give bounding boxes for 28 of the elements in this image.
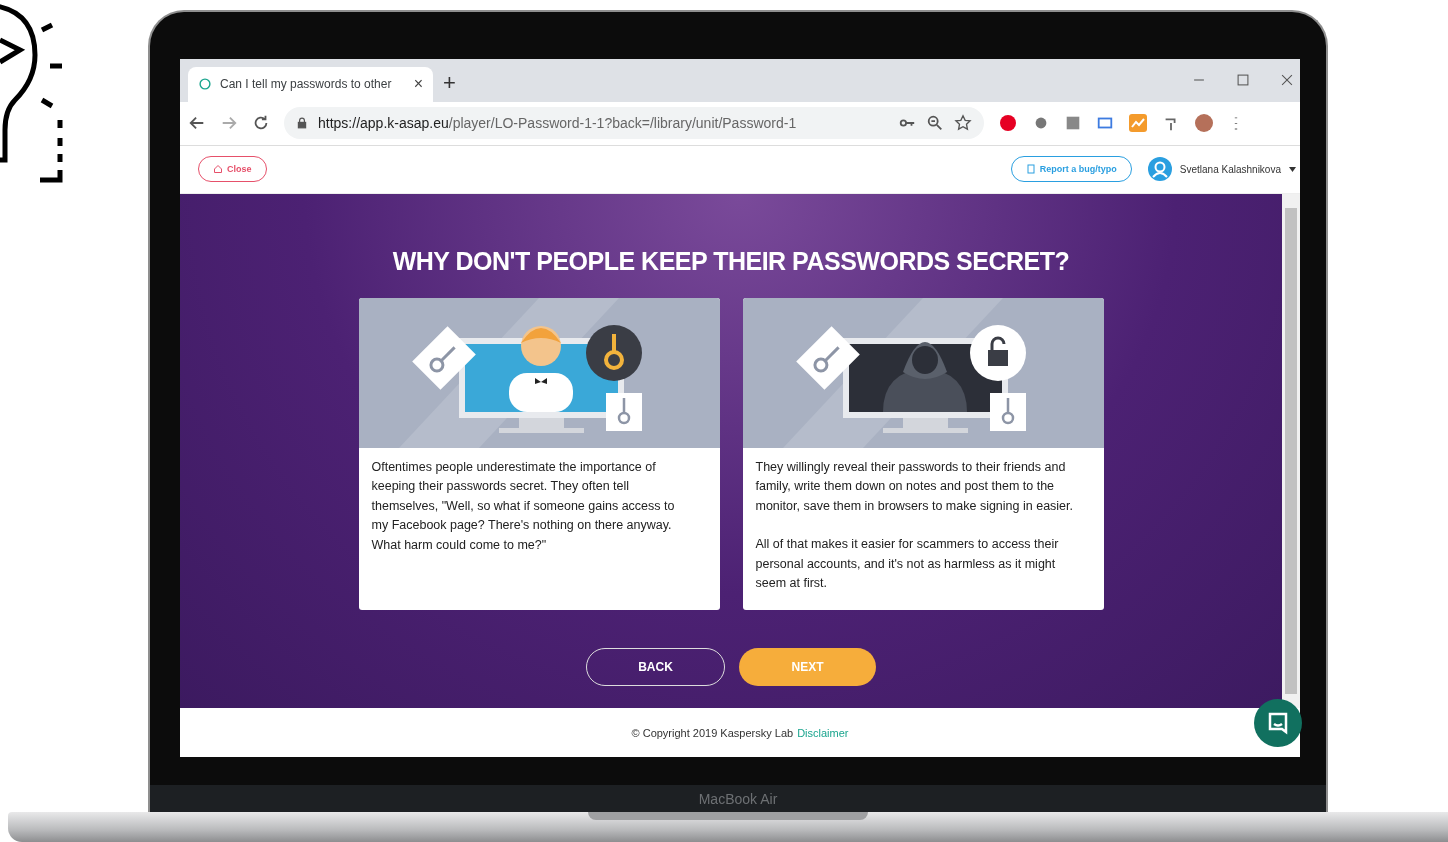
url-text: https://app.k-asap.eu/player/LO-Password-1-1?back=/library/unit/Password-1 [318, 115, 798, 132]
new-tab-button[interactable]: + [443, 69, 456, 96]
card-text: They willingly reveal their passwords to their friends and family, write them down on notes and post them to the monitor, save them in browsers to make signing in easier. [755, 458, 1074, 515]
page-heading: WHY DON'T PEOPLE KEEP THEIR PASSWORDS SECRET? [392, 246, 1070, 276]
document-icon [1025, 164, 1036, 175]
user-menu[interactable]: Svetlana Kalashnikova [1147, 157, 1296, 182]
card-text: Oftentimes people underestimate the importance of keeping their passwords secret. They often tell themselves, "Well, so what if someone gains access to my Facebook page? There's nothing on there anyway. What harm could come to me?" [371, 458, 676, 554]
avatar-icon[interactable] [1194, 113, 1214, 134]
extension-icon[interactable] [998, 113, 1018, 134]
chat-icon [1266, 711, 1290, 735]
home-icon [213, 164, 223, 175]
close-button[interactable]: Close [198, 156, 267, 183]
caret-icon [1289, 166, 1296, 172]
tab-title: Can I tell my passwords to other [220, 77, 393, 92]
card-text: All of that makes it easier for scammers to access their personal accounts, and it's not as harmless as it might seem at first. [755, 536, 1060, 593]
chat-button[interactable] [1254, 699, 1302, 747]
tab-close-button[interactable]: × [413, 75, 423, 94]
lock-icon [296, 117, 308, 130]
star-icon[interactable] [954, 114, 972, 133]
avatar-icon [1147, 157, 1172, 182]
maximize-icon[interactable] [1236, 73, 1250, 88]
address-bar[interactable]: https://app.k-asap.eu/player/LO-Password-1-1?back=/library/unit/Password-1 [284, 107, 984, 140]
copyright-text: © Copyright 2019 Kaspersky Lab [631, 726, 794, 739]
close-icon[interactable] [1280, 73, 1294, 88]
scrollbar[interactable] [1282, 193, 1300, 709]
laptop-label: MacBook Air [698, 790, 778, 807]
browser-tab[interactable]: Can I tell my passwords to other × [188, 66, 433, 102]
zoom-icon[interactable] [926, 114, 944, 133]
